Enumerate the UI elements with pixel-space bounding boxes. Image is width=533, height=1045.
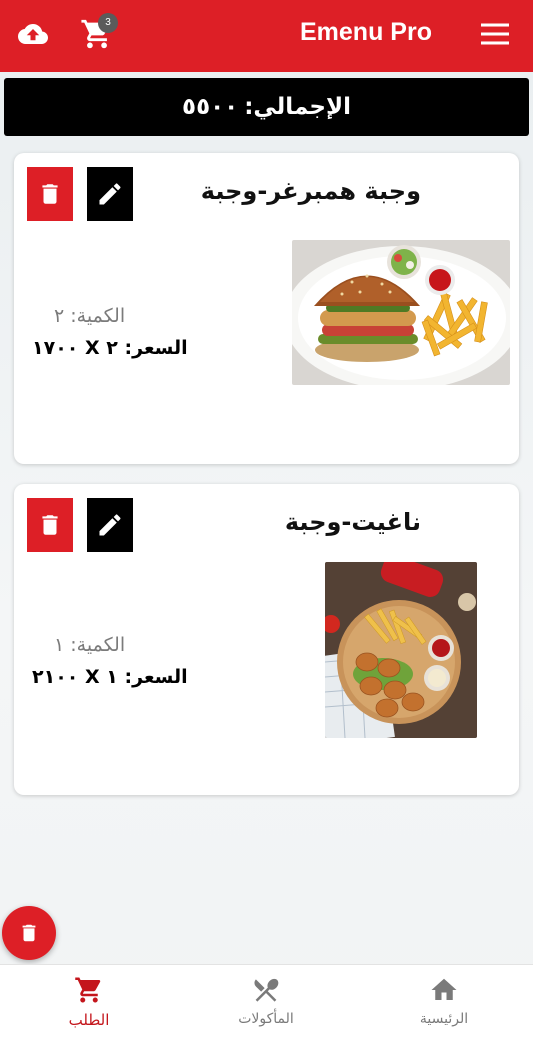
item-quantity: الكمية: ٢ xyxy=(54,305,126,327)
nav-item-order[interactable]: الطلب xyxy=(29,975,149,1029)
item-name: وجبة همبرغر-وجبة xyxy=(200,177,421,205)
nav-item-food[interactable]: المأكولات xyxy=(206,975,326,1027)
item-price: السعر: ١ X ٢١٠٠ xyxy=(32,666,188,688)
nav-label-order: الطلب xyxy=(68,1011,110,1029)
edit-item-button[interactable] xyxy=(87,167,133,221)
trash-icon xyxy=(22,924,36,942)
bottom-navigation: الطلب المأكولات الرئيسية xyxy=(0,964,533,1045)
delete-item-button[interactable] xyxy=(27,167,73,221)
item-quantity: الكمية: ١ xyxy=(54,634,126,656)
pencil-icon xyxy=(99,514,121,536)
delete-item-button[interactable] xyxy=(27,498,73,552)
home-icon xyxy=(431,978,457,1000)
item-price: السعر: ٢ X ١٧٠٠ xyxy=(32,337,188,359)
clear-cart-button[interactable] xyxy=(2,906,56,960)
order-item-card: ناغيت-وجبة الكمية: ١ السعر: ١ X ٢١٠٠ xyxy=(14,484,519,795)
total-label: الإجمالي: xyxy=(244,94,351,120)
menu-icon[interactable] xyxy=(481,22,509,46)
item-name: ناغيت-وجبة xyxy=(284,508,421,536)
app-bar: 3 Emenu Pro xyxy=(0,0,533,72)
trash-icon xyxy=(42,515,58,535)
cloud-upload-icon[interactable] xyxy=(16,19,50,49)
nuggets-meal-photo xyxy=(325,562,477,738)
app-title: Emenu Pro xyxy=(300,18,432,46)
burger-meal-photo xyxy=(292,240,510,385)
nav-item-home[interactable]: الرئيسية xyxy=(384,975,504,1027)
order-total-bar: الإجمالي: ٥٥٠٠ xyxy=(4,78,529,136)
pencil-icon xyxy=(99,183,121,205)
trash-icon xyxy=(42,184,58,204)
nav-label-food: المأكولات xyxy=(238,1011,294,1027)
total-value: ٥٥٠٠ xyxy=(182,94,239,120)
cart-count-badge: 3 xyxy=(98,13,118,33)
cutlery-icon xyxy=(254,978,279,1002)
nav-label-home: الرئيسية xyxy=(419,1011,469,1027)
edit-item-button[interactable] xyxy=(87,498,133,552)
cart-icon xyxy=(75,977,101,1003)
order-item-card: وجبة همبرغر-وجبة الكمية: ٢ السعر: ٢ X ١٧… xyxy=(14,153,519,464)
